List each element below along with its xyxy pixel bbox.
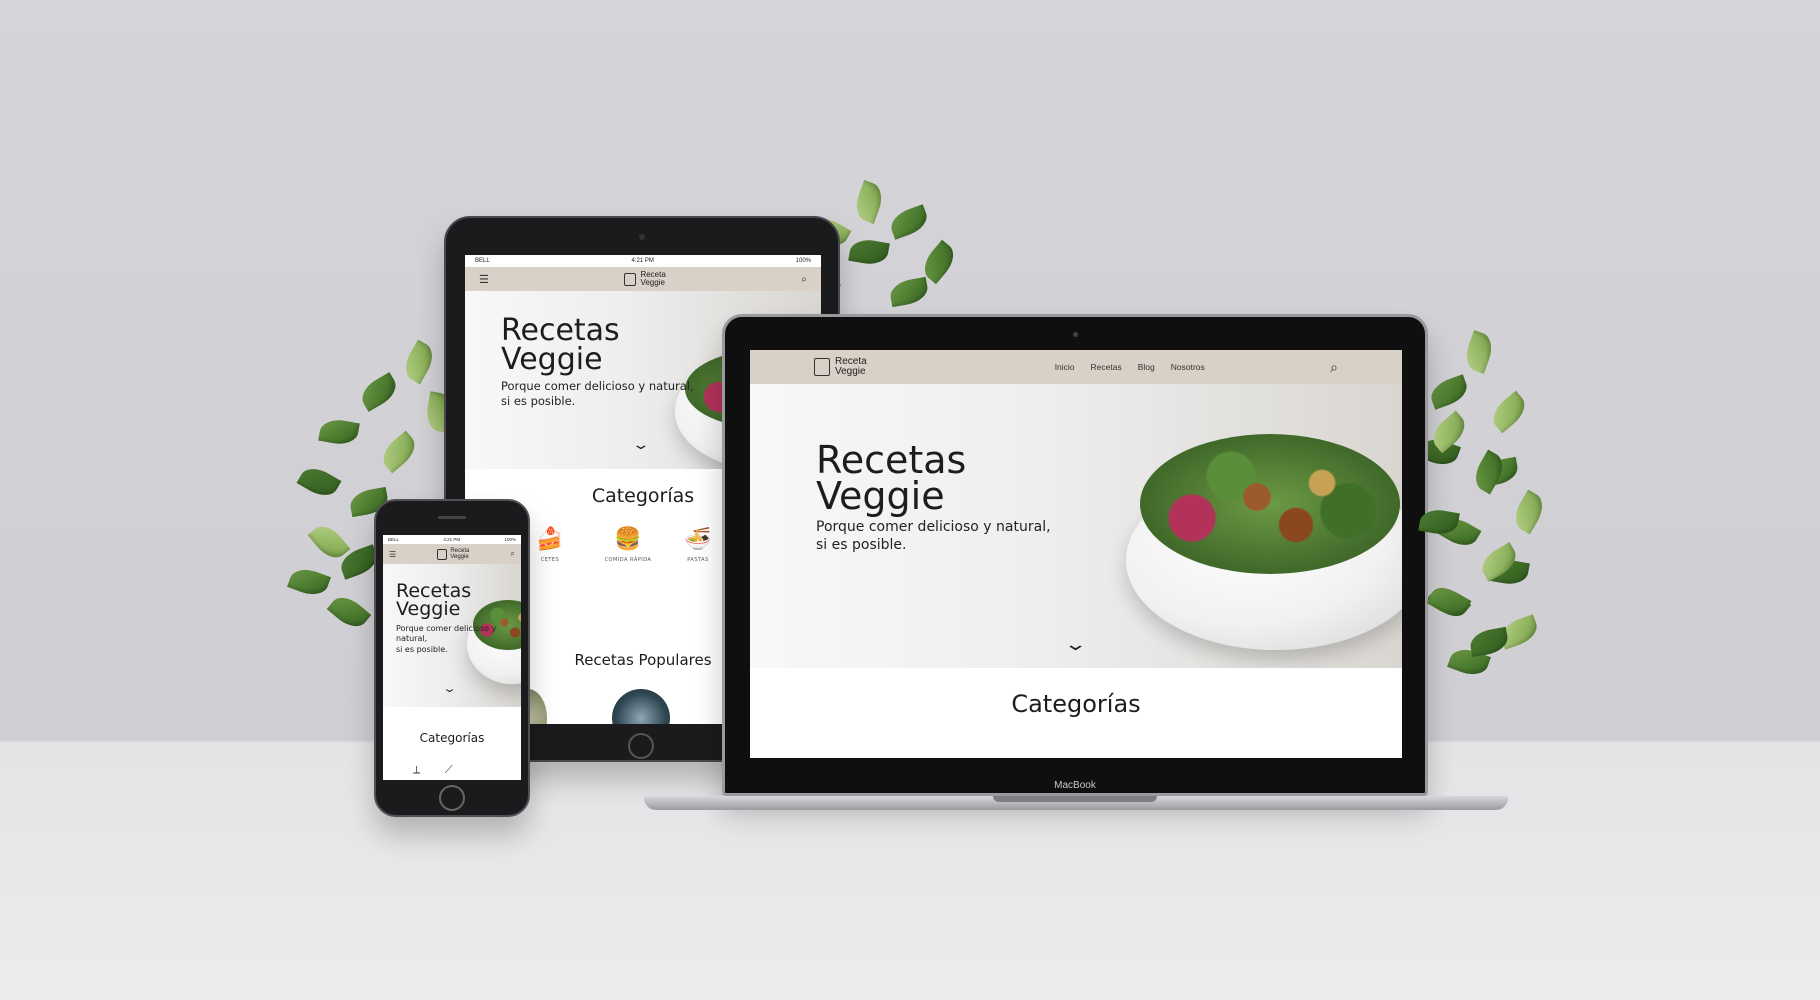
search-icon[interactable]: ⌕ bbox=[511, 549, 515, 559]
phone-navbar: ☰ Receta Veggie ⌕ bbox=[383, 544, 521, 564]
nav-link-blog[interactable]: Blog bbox=[1138, 362, 1155, 372]
categories-title: Categorías bbox=[1011, 690, 1141, 718]
laptop-hero: Recetas Veggie Porque comer delicioso y … bbox=[750, 384, 1402, 668]
status-time: 4:21 PM bbox=[443, 537, 461, 542]
brand-line2: Veggie bbox=[835, 366, 866, 377]
hero-title: Recetas Veggie bbox=[816, 438, 967, 519]
brand-logo[interactable]: Receta Veggie bbox=[814, 356, 867, 378]
hamburger-menu-icon[interactable]: ☰ bbox=[389, 550, 396, 559]
search-icon[interactable]: ⌕ bbox=[1330, 359, 1338, 376]
status-battery: 100% bbox=[795, 258, 811, 264]
tablet-status-bar: BELL 4:21 PM 100% bbox=[465, 255, 821, 267]
chef-hat-icon bbox=[814, 358, 830, 376]
category-icons-partial: ⟂ ⟋ bbox=[413, 763, 453, 776]
categories-title: Categorías bbox=[419, 731, 485, 745]
brand-logo[interactable]: Receta Veggie bbox=[437, 548, 469, 561]
chevron-down-icon[interactable]: ⌄ bbox=[1063, 634, 1087, 655]
status-battery: 100% bbox=[504, 537, 516, 542]
phone-home-button[interactable] bbox=[439, 785, 465, 811]
laptop-camera bbox=[1073, 332, 1078, 337]
laptop-trackpad-notch bbox=[993, 796, 1157, 802]
chevron-down-icon[interactable]: ⌄ bbox=[631, 437, 650, 453]
main-nav: Inicio Recetas Blog Nosotros bbox=[1055, 362, 1205, 372]
hero-title: Recetas Veggie bbox=[501, 313, 620, 377]
hamburger-menu-icon[interactable]: ☰ bbox=[479, 273, 489, 286]
nav-link-recetas[interactable]: Recetas bbox=[1091, 362, 1122, 372]
nav-link-inicio[interactable]: Inicio bbox=[1055, 362, 1075, 372]
tablet-home-button[interactable] bbox=[628, 733, 654, 759]
brand-line2: Veggie bbox=[450, 554, 469, 560]
popular-recipe-thumb[interactable] bbox=[612, 689, 670, 724]
nav-link-nosotros[interactable]: Nosotros bbox=[1171, 362, 1205, 372]
search-icon[interactable]: ⌕ bbox=[801, 274, 807, 285]
phone-screen: BELL 4:21 PM 100% ☰ Receta Veggie ⌕ Rece… bbox=[383, 535, 521, 780]
chevron-down-icon[interactable]: ⌄ bbox=[442, 682, 457, 695]
brand-line2: Veggie bbox=[640, 278, 665, 287]
hero-subtitle: Porque comer delicioso y natural, si es … bbox=[396, 624, 497, 654]
hero-title: Recetas Veggie bbox=[396, 580, 472, 621]
brand-logo[interactable]: Receta Veggie bbox=[624, 270, 666, 288]
tablet-navbar: ☰ Receta Veggie ⌕ bbox=[465, 267, 821, 291]
status-carrier: BELL bbox=[388, 537, 400, 542]
phone-speaker bbox=[438, 516, 466, 519]
tablet-camera bbox=[639, 234, 645, 240]
status-time: 4:21 PM bbox=[631, 258, 654, 264]
chef-hat-icon bbox=[624, 272, 637, 286]
chef-hat-icon bbox=[437, 548, 448, 560]
phone-hero: Recetas Veggie Porque comer delicioso y … bbox=[383, 564, 521, 707]
hero-subtitle: Porque comer delicioso y natural, si es … bbox=[816, 519, 1051, 554]
laptop-navbar: Receta Veggie Inicio Recetas Blog Nosotr… bbox=[750, 350, 1402, 384]
plant-front-right bbox=[1410, 400, 1540, 680]
phone-status-bar: BELL 4:21 PM 100% bbox=[383, 535, 521, 544]
hero-subtitle: Porque comer delicioso y natural, si es … bbox=[501, 379, 694, 408]
laptop-screen: Receta Veggie Inicio Recetas Blog Nosotr… bbox=[750, 350, 1402, 758]
status-carrier: BELL bbox=[475, 258, 490, 264]
laptop-brand-label: MacBook bbox=[1054, 780, 1096, 791]
